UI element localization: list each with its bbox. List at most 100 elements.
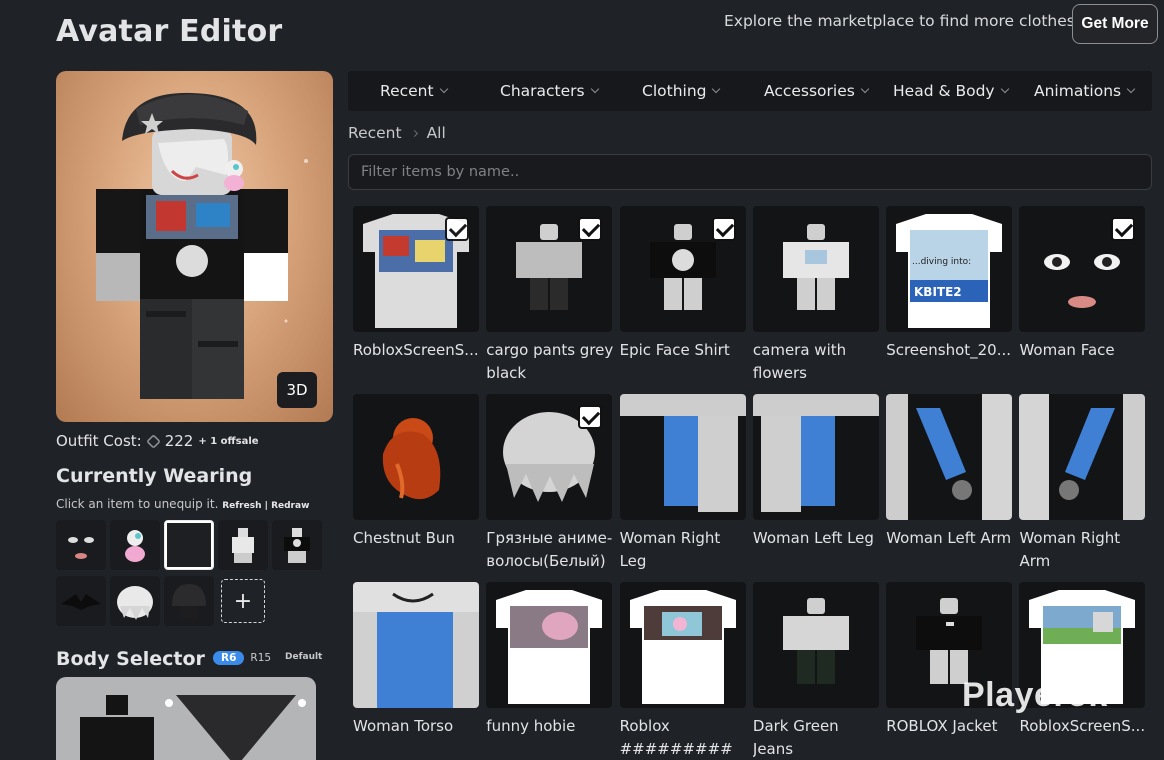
worn-item-unicorn[interactable]	[110, 520, 160, 570]
tshirt-thumbnail: ...diving into: KBITE2	[896, 214, 1003, 328]
chevron-down-icon	[1126, 84, 1136, 94]
item-name: ROBLOX Jacket	[886, 717, 998, 735]
worn-item-hat[interactable]	[164, 576, 214, 626]
equipped-checkbox[interactable]	[445, 217, 469, 241]
get-more-button[interactable]: Get More	[1072, 4, 1158, 44]
wings-thumbnail	[61, 594, 101, 610]
avatar-preview[interactable]: 3D	[56, 71, 333, 422]
toggle-3d-button[interactable]: 3D	[277, 372, 317, 408]
item-card[interactable]: RobloxScreenS...	[353, 206, 479, 394]
breadcrumb-parent[interactable]: Recent	[348, 124, 402, 142]
item-name: cargo pants grey black	[486, 341, 614, 382]
item-thumbnail	[486, 206, 613, 332]
worn-item-woman-face[interactable]	[56, 520, 106, 570]
item-name: Epic Face Shirt	[619, 341, 730, 359]
offsale-count: + 1 offsale	[198, 435, 259, 447]
tab-animations-label: Animations	[1034, 82, 1122, 100]
item-name: Woman Right Leg	[619, 529, 721, 570]
screenshot-caption: ...diving into:	[912, 257, 971, 267]
item-thumbnail	[353, 394, 479, 520]
item-card[interactable]: Woman Right Arm	[1019, 394, 1146, 582]
item-card[interactable]: Chestnut Bun	[353, 394, 479, 582]
breadcrumb-current: All	[426, 124, 446, 142]
item-name: camera with flowers	[752, 341, 847, 382]
unicorn-thumbnail	[125, 530, 145, 562]
item-card[interactable]: Roblox #########	[619, 582, 746, 760]
item-card[interactable]: Woman Left Leg	[752, 394, 879, 582]
avatar-thumbnail	[782, 598, 849, 684]
category-tabs: Recent Characters Clothing Accessories H…	[348, 71, 1152, 111]
equipped-checkbox[interactable]	[578, 217, 603, 241]
item-card[interactable]: Грязные аниме-волосы(Белый)	[486, 394, 612, 582]
tab-accessories-label: Accessories	[764, 82, 855, 100]
item-thumbnail	[619, 582, 746, 708]
tab-accessories[interactable]: Accessories	[764, 82, 870, 100]
item-card[interactable]: Woman Torso	[353, 582, 479, 760]
tab-recent[interactable]: Recent	[380, 82, 448, 100]
tab-characters[interactable]: Characters	[500, 82, 599, 100]
item-card[interactable]: Epic Face Shirt	[619, 206, 746, 394]
item-card[interactable]: cargo pants grey black	[486, 206, 614, 394]
currently-wearing-title: Currently Wearing	[56, 465, 253, 487]
item-name: RobloxScreenS...	[353, 341, 479, 359]
chevron-down-icon	[860, 84, 870, 94]
item-name: Woman Left Arm	[886, 529, 1012, 547]
worn-item-camera-shirt[interactable]	[218, 520, 268, 570]
currently-wearing-grid: +	[56, 520, 324, 628]
item-name: Screenshot_20...	[886, 341, 1012, 359]
equipped-checkbox[interactable]	[711, 217, 736, 241]
item-thumbnail	[353, 206, 479, 332]
worn-item-epic-face-shirt[interactable]	[272, 520, 322, 570]
leg-thumbnail	[752, 394, 879, 512]
item-thumbnail	[486, 394, 613, 520]
rig-type-toggle[interactable]: R6 R15	[213, 651, 271, 665]
item-card[interactable]: camera with flowers	[752, 206, 879, 394]
tshirt-thumbnail	[496, 590, 603, 704]
r6-option[interactable]: R6	[213, 651, 245, 665]
worn-item-screenshot-shirt[interactable]	[164, 520, 214, 570]
tab-clothing[interactable]: Clothing	[642, 82, 721, 100]
item-card[interactable]: RobloxScreenS...	[1019, 582, 1146, 760]
leg-thumbnail	[619, 394, 746, 512]
item-card[interactable]: Woman Face	[1019, 206, 1146, 394]
tab-animations[interactable]: Animations	[1034, 82, 1136, 100]
tab-head-body-label: Head & Body	[893, 82, 995, 100]
item-card[interactable]: Dark Green Jeans	[752, 582, 879, 760]
arm-thumbnail	[886, 394, 1013, 520]
body-selector-title: Body Selector	[56, 648, 205, 670]
face-thumbnail	[68, 537, 94, 559]
item-name: Chestnut Bun	[353, 529, 455, 547]
r15-option[interactable]: R15	[250, 652, 271, 664]
item-thumbnail	[752, 582, 879, 708]
item-card[interactable]: ...diving into: KBITE2 Screenshot_20...	[886, 206, 1013, 394]
shirt-thumbnail	[284, 528, 310, 563]
torso-thumbnail	[353, 582, 479, 708]
link-separator: |	[264, 501, 268, 511]
outfit-cost: Outfit Cost: 222 + 1 offsale	[56, 432, 259, 450]
hair-thumbnail	[117, 586, 153, 620]
item-card[interactable]: Woman Left Arm	[886, 394, 1013, 582]
item-card[interactable]: funny hobie	[486, 582, 613, 760]
add-item-button[interactable]: +	[221, 579, 265, 623]
tshirt-thumbnail	[629, 590, 736, 704]
hair-thumbnail	[382, 418, 441, 500]
avatar-figure	[96, 92, 308, 399]
default-button[interactable]: Default	[285, 652, 322, 662]
item-card[interactable]: ROBLOX Jacket	[886, 582, 1013, 760]
item-name: Woman Face	[1019, 341, 1115, 359]
tab-head-body[interactable]: Head & Body	[893, 82, 1009, 100]
body-selector-panel[interactable]	[56, 677, 316, 760]
item-card[interactable]: Woman Right Leg	[619, 394, 746, 582]
refresh-link[interactable]: Refresh	[222, 501, 261, 511]
explore-text: Explore the marketplace to find more clo…	[724, 12, 1082, 30]
worn-item-bat-wings[interactable]	[56, 576, 106, 626]
redraw-link[interactable]: Redraw	[271, 501, 309, 511]
outfit-cost-label: Outfit Cost:	[56, 432, 142, 450]
filter-input[interactable]	[348, 154, 1152, 190]
unequip-hint-text: Click an item to unequip it.	[56, 497, 219, 511]
worn-item-anime-hair[interactable]	[110, 576, 160, 626]
equipped-checkbox[interactable]	[1111, 217, 1136, 241]
item-thumbnail	[752, 206, 879, 332]
equipped-checkbox[interactable]	[578, 405, 603, 429]
chevron-down-icon	[439, 84, 448, 94]
